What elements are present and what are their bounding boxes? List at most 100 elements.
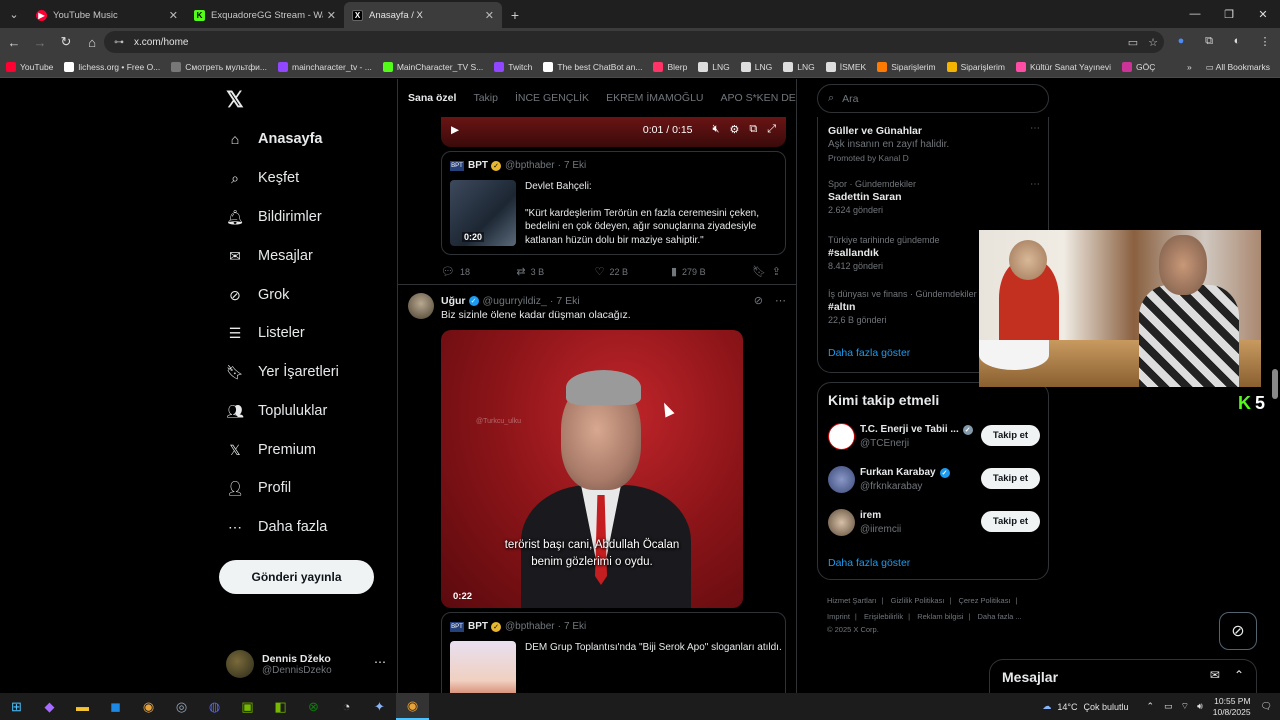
avatar[interactable]	[828, 509, 855, 536]
extension-icon[interactable]: ●	[1172, 32, 1190, 50]
cast-icon[interactable]: ▭	[1128, 36, 1138, 49]
nav-item-explore[interactable]: ⌕ Keşfet	[226, 163, 299, 193]
notifications-icon[interactable]: 🗨︎	[1261, 701, 1272, 712]
author-name[interactable]: Uğur	[441, 295, 466, 307]
bookmark-item[interactable]: Kültür Sanat Yayınevi	[1016, 61, 1111, 72]
grok-icon[interactable]: ⊘	[754, 294, 763, 307]
more-icon[interactable]: ⋯	[1030, 123, 1040, 134]
nav-item-more[interactable]: ⋯ Daha fazla	[226, 512, 327, 542]
footer-link[interactable]: Hizmet Şartları	[827, 596, 877, 605]
more-icon[interactable]: ⋯	[775, 294, 786, 307]
bookmark-item[interactable]: The best ChatBot an...	[543, 61, 642, 72]
show-more-link[interactable]: Daha fazla göster	[828, 347, 910, 359]
file-explorer-icon[interactable]: ▬	[66, 693, 99, 720]
nav-item-notifications[interactable]: 🔔︎ Bildirimler	[226, 202, 322, 232]
footer-link[interactable]: Daha fazla ...	[978, 612, 1022, 621]
show-more-link[interactable]: Daha fazla göster	[828, 557, 910, 569]
more-icon[interactable]: ⋯	[1030, 179, 1040, 190]
search-input[interactable]: ⌕ Ara	[817, 84, 1049, 113]
follow-button[interactable]: Takip et	[981, 425, 1040, 446]
address-bar[interactable]: ⊶ x.com/home ▭ ☆	[104, 31, 1164, 53]
follow-button[interactable]: Takip et	[981, 511, 1040, 532]
bookmark-item[interactable]: LNG	[740, 61, 772, 72]
chevron-right-icon[interactable]: »	[1187, 62, 1192, 72]
chevron-up-icon[interactable]: ⌃	[1234, 668, 1244, 682]
mute-icon[interactable]: 🔇︎	[713, 123, 720, 136]
bookmark-item[interactable]: MainCharacter_TV S...	[382, 61, 483, 72]
popout-icon[interactable]: ⧉	[749, 123, 757, 136]
follow-suggestion[interactable]: T.C. Enerji ve Tabii ... ✓ @TCEnerji Taki…	[828, 423, 1040, 453]
tab-x-home[interactable]: X Anasayfa / X ✕	[344, 2, 502, 28]
bookmark-item[interactable]: YouTube	[6, 61, 53, 72]
nav-item-premium[interactable]: 𝕏 Premium	[226, 435, 316, 465]
network-icon[interactable]: ▭	[1164, 701, 1173, 712]
fullscreen-icon[interactable]: ⤢	[767, 123, 776, 136]
restore-icon[interactable]: ❐	[1212, 0, 1246, 28]
outlook-icon[interactable]: ◼	[99, 693, 132, 720]
settings-icon[interactable]: ⚙	[729, 123, 739, 136]
bookmark-item[interactable]: Blerp	[653, 61, 687, 72]
obs-icon[interactable]: ◔	[330, 693, 363, 720]
minimize-icon[interactable]: —	[1178, 0, 1212, 28]
follow-button[interactable]: Takip et	[981, 468, 1040, 489]
share-icon[interactable]: ⇪	[772, 265, 786, 278]
tab-list-3[interactable]: APO S*KEN DE	[721, 92, 796, 104]
windows-start-icon[interactable]: ⊞	[0, 693, 33, 720]
all-bookmarks-button[interactable]: ▭ All Bookmarks	[1206, 62, 1270, 73]
repost-button[interactable]: ⇄ 3 B	[516, 265, 594, 278]
close-icon[interactable]: ✕	[327, 9, 336, 22]
footer-link[interactable]: Çerez Politikası	[958, 596, 1010, 605]
steam-icon[interactable]: ◎	[165, 693, 198, 720]
extensions-icon[interactable]: ⧉	[1200, 32, 1218, 50]
clock[interactable]: 10:55 PM 10/8/2025	[1213, 696, 1251, 718]
menu-kebab-icon[interactable]: ⋮	[1256, 32, 1274, 50]
nav-item-messages[interactable]: ✉ Mesajlar	[226, 241, 313, 271]
trend-item[interactable]: Güller ve Günahlar Aşk insanın en zayıf …	[828, 123, 1040, 163]
close-icon[interactable]: ✕	[485, 9, 494, 22]
bookmark-item[interactable]: maincharacter_tv - ...	[278, 61, 372, 72]
play-icon[interactable]: ▶	[451, 124, 459, 136]
nav-item-lists[interactable]: ☰ Listeler	[226, 318, 305, 348]
bookmark-item[interactable]: GÖÇ	[1121, 61, 1155, 72]
footer-link[interactable]: Reklam bilgisi	[917, 612, 963, 621]
quoted-post[interactable]: BPT BPT ✓ @bpthaber · 7 Eki DEM Grup Top…	[441, 612, 786, 693]
bookmark-star-icon[interactable]: ☆	[1148, 36, 1158, 49]
bookmark-item[interactable]: İSMEK	[825, 61, 866, 72]
trend-item[interactable]: Spor · Gündemdekiler Sadettin Saran 2.62…	[828, 179, 1040, 215]
nav-item-home[interactable]: ⌂ Anasayfa	[226, 124, 323, 154]
footer-link[interactable]: Erişilebilirlik	[864, 612, 903, 621]
back-icon[interactable]: ←	[2, 30, 26, 54]
x-logo-icon[interactable]: 𝕏	[226, 87, 244, 113]
new-message-icon[interactable]: ✉	[1210, 668, 1220, 682]
tab-list-2[interactable]: EKREM İMAMOĞLU	[606, 92, 703, 104]
new-tab-button[interactable]: +	[502, 2, 528, 28]
views-button[interactable]: ▮ 279 B	[671, 265, 752, 278]
chrome-icon[interactable]: ◉	[132, 693, 165, 720]
follow-suggestion[interactable]: irem @iiremcii Takip et	[828, 509, 1040, 539]
xbox-icon[interactable]: ⊗	[297, 693, 330, 720]
follow-suggestion[interactable]: Furkan Karabay ✓ @frknkarabay Takip et	[828, 466, 1040, 496]
quoted-post[interactable]: BPT BPT ✓ @bpthaber · 7 Eki 0:20 Devlet …	[441, 151, 786, 255]
nvidia-icon[interactable]: ▣	[231, 693, 264, 720]
tab-youtube-music[interactable]: ▶ YouTube Music ✕	[28, 2, 186, 28]
avatar[interactable]	[828, 466, 855, 493]
nav-item-profile[interactable]: 👤︎ Profil	[226, 473, 291, 503]
nav-item-bookmarks[interactable]: 🔖︎ Yer İşaretleri	[226, 357, 339, 387]
avatar[interactable]	[828, 423, 855, 450]
grok-fab-button[interactable]: ⊘	[1219, 612, 1257, 650]
close-window-icon[interactable]: ✕	[1246, 0, 1280, 28]
bookmark-item[interactable]: Смотреть мультфи...	[171, 61, 267, 72]
wifi-icon[interactable]: ⌔	[1181, 701, 1189, 712]
discord-icon[interactable]: ◍	[198, 693, 231, 720]
reload-icon[interactable]: ↻	[54, 30, 78, 54]
weather-widget[interactable]: ☁ 14°C Çok bulutlu	[1042, 701, 1128, 712]
like-button[interactable]: ♡ 22 B	[595, 265, 671, 278]
scrollbar[interactable]	[1272, 369, 1278, 399]
forward-icon[interactable]: →	[28, 30, 52, 54]
account-switcher[interactable]: Dennis Džeko @DennisDzeko ⋯	[226, 647, 386, 681]
avatar[interactable]	[408, 293, 434, 319]
reply-button[interactable]: 💬︎ 18	[441, 265, 516, 278]
tweet-date[interactable]: 7 Eki	[556, 295, 579, 307]
home-icon[interactable]: ⌂	[80, 30, 104, 54]
tweet-video[interactable]: @Turkcu_ulku terörist başı cani, Abdulla…	[441, 330, 743, 608]
